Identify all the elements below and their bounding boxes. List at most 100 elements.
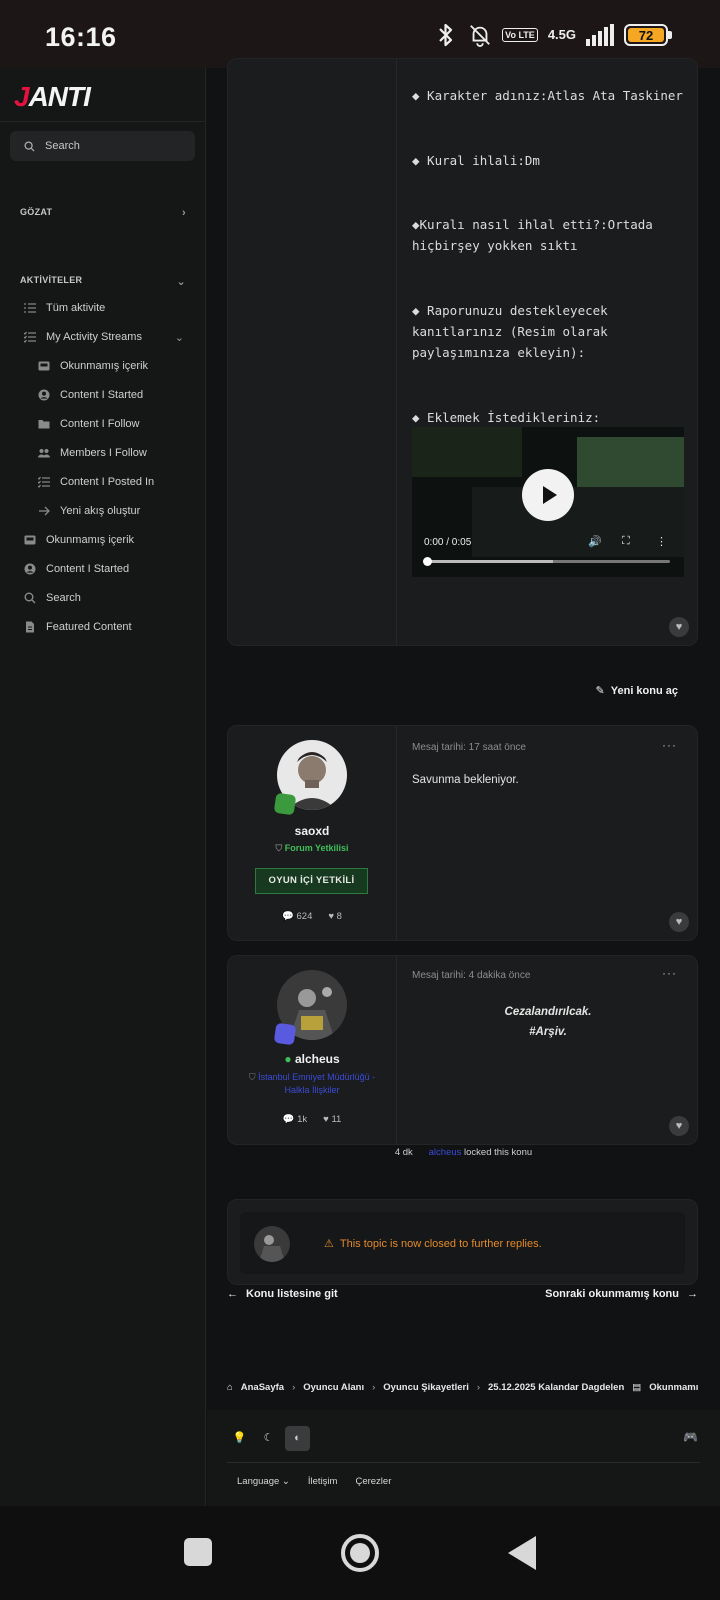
video-progress-bar[interactable] bbox=[423, 557, 670, 566]
sidebar: J ANTI Search GÖZAT › AKTİVİTELER ⌄ Tüm a… bbox=[0, 68, 206, 1506]
inbox-icon bbox=[24, 535, 36, 545]
sidebar-item-content-follow[interactable]: Content I Follow bbox=[38, 418, 139, 430]
comment-icon: 💬 bbox=[282, 911, 297, 922]
next-unread-label: Sonraki okunmamış konu bbox=[545, 1288, 679, 1300]
sidebar-item-unread-content[interactable]: Okunmamış içerik bbox=[38, 360, 148, 372]
more-icon[interactable]: ··· bbox=[662, 738, 677, 752]
sidebar-item-members-follow[interactable]: Members I Follow bbox=[38, 447, 147, 459]
user-circle-icon bbox=[38, 389, 50, 401]
lock-event-user[interactable]: alcheus bbox=[429, 1147, 462, 1158]
language-link[interactable]: Language ⌄ bbox=[237, 1476, 290, 1487]
sidebar-item-featured[interactable]: Featured Content bbox=[24, 621, 132, 633]
post-divider bbox=[396, 956, 397, 1144]
footer-links: Language ⌄ İletişim Çerezler bbox=[237, 1476, 391, 1487]
dark-theme-icon[interactable]: ☾ bbox=[256, 1426, 281, 1451]
more-options-icon[interactable]: ⋮ bbox=[656, 535, 667, 548]
user-stats: 💬 1k ♥ 11 bbox=[228, 1114, 396, 1125]
user-stats: 💬 624 ♥ 8 bbox=[228, 911, 396, 922]
report-line-character: ◆ Karakter adınız:Atlas Ata Taskiner bbox=[412, 88, 683, 103]
username[interactable]: ● alcheus bbox=[228, 1052, 396, 1066]
like-button[interactable]: ♥ bbox=[669, 1116, 689, 1136]
next-unread-link[interactable]: Sonraki okunmamış konu → bbox=[545, 1288, 698, 1300]
activity-header[interactable]: AKTİVİTELER ⌄ bbox=[20, 275, 186, 288]
play-button[interactable] bbox=[522, 469, 574, 521]
username-label: alcheus bbox=[294, 1052, 340, 1066]
fullscreen-icon[interactable]: ⛶ bbox=[622, 535, 630, 548]
breadcrumb-item[interactable]: Oyuncu Alanı bbox=[303, 1382, 364, 1393]
sidebar-item-label: Yeni akış oluştur bbox=[60, 505, 141, 517]
sidebar-search[interactable]: Search bbox=[10, 131, 195, 161]
light-theme-icon[interactable]: 💡 bbox=[227, 1426, 252, 1451]
closed-message-text: This topic is now closed to further repl… bbox=[339, 1237, 542, 1250]
back-button[interactable] bbox=[508, 1536, 536, 1570]
logo-letter: J bbox=[14, 81, 30, 112]
sidebar-item-content-posted-in[interactable]: Content I Posted In bbox=[38, 476, 154, 488]
comment-count: 💬 624 bbox=[282, 911, 312, 922]
battery-level: 72 bbox=[628, 28, 664, 43]
post-text: Cezalandırılcak. #Arşiv. bbox=[412, 1002, 684, 1042]
sidebar-item-all-activity[interactable]: Tüm aktivite bbox=[24, 302, 105, 314]
chevron-down-icon: ⌄ bbox=[174, 331, 184, 344]
like-button[interactable]: ♥ bbox=[669, 617, 689, 637]
breadcrumb-home[interactable]: AnaSayfa bbox=[241, 1382, 284, 1393]
video-frame-region bbox=[472, 487, 684, 557]
breadcrumb-item[interactable]: 25.12.2025 Kalandar Dagdelen bbox=[488, 1382, 624, 1393]
auto-theme-icon[interactable]: ◐ bbox=[285, 1426, 310, 1451]
video-player[interactable]: 0:00 / 0:05 🔊 ⛶ ⋮ bbox=[412, 427, 684, 577]
like-button[interactable]: ♥ bbox=[669, 912, 689, 932]
bluetooth-icon bbox=[439, 23, 453, 47]
cookies-link[interactable]: Çerezler bbox=[355, 1476, 391, 1487]
sidebar-item-content-started[interactable]: Content I Started bbox=[38, 389, 143, 401]
volume-icon[interactable]: 🔊 bbox=[588, 535, 602, 548]
warning-icon: ⚠ bbox=[324, 1238, 334, 1250]
clock: 16:16 bbox=[45, 22, 117, 52]
video-scrubber[interactable] bbox=[423, 557, 432, 566]
list-icon bbox=[24, 303, 36, 313]
divider bbox=[0, 121, 206, 122]
more-icon[interactable]: ··· bbox=[662, 966, 677, 980]
video-frame-region bbox=[412, 427, 522, 477]
username[interactable]: saoxd bbox=[228, 824, 396, 838]
sidebar-item-my-activity-streams[interactable]: My Activity Streams ⌄ bbox=[24, 331, 184, 344]
home-icon: ⌂ bbox=[227, 1382, 233, 1393]
discord-icon[interactable]: 🎮 bbox=[683, 1430, 698, 1444]
sidebar-item-label: Featured Content bbox=[46, 621, 132, 633]
chevron-right-icon: › bbox=[182, 207, 186, 219]
like-count-value: 11 bbox=[331, 1114, 342, 1125]
chevron-down-icon: ⌄ bbox=[176, 276, 186, 288]
system-nav-bar bbox=[0, 1506, 720, 1600]
chevron-down-icon: ⌄ bbox=[281, 1476, 290, 1487]
folder-icon bbox=[38, 420, 50, 429]
back-to-list-link[interactable]: ← Konu listesine git bbox=[227, 1288, 338, 1300]
sidebar-item-content-started-2[interactable]: Content I Started bbox=[24, 563, 129, 575]
browse-header[interactable]: GÖZAT › bbox=[20, 207, 186, 219]
theme-switcher: 💡 ☾ ◐ bbox=[227, 1426, 310, 1451]
report-line-how: ◆Kuralı nasıl ihlal etti?:Ortada hiçbirş… bbox=[412, 217, 653, 253]
sidebar-item-new-stream[interactable]: Yeni akış oluştur bbox=[38, 505, 140, 517]
closed-notice-card: ⚠ This topic is now closed to further re… bbox=[227, 1199, 698, 1285]
network-type: 4.5G bbox=[547, 27, 576, 42]
new-topic-button[interactable]: ✎ Yeni konu aç bbox=[596, 684, 678, 698]
lock-event: 4 dk alcheus locked this konu bbox=[207, 1147, 720, 1158]
recent-apps-button[interactable] bbox=[184, 1538, 212, 1566]
home-button[interactable] bbox=[341, 1534, 379, 1572]
report-post: ◆ Karakter adınız:Atlas Ata Taskiner ◆ K… bbox=[227, 58, 698, 646]
language-label: Language bbox=[237, 1476, 280, 1487]
comment-count-value: 1k bbox=[297, 1114, 308, 1125]
user-role-label: Forum Yetkilisi bbox=[284, 843, 349, 853]
sidebar-item-search[interactable]: Search bbox=[24, 592, 81, 604]
chevron-right-icon: › bbox=[372, 1382, 376, 1393]
sidebar-item-unread-content-2[interactable]: Okunmamış içerik bbox=[24, 534, 134, 546]
user-badge: OYUN İÇİ YETKİLİ bbox=[255, 868, 368, 894]
post-text-line: Cezalandırılcak. bbox=[504, 1006, 592, 1018]
breadcrumb-item[interactable]: Okunmamı bbox=[649, 1382, 698, 1393]
post-date: Mesaj tarihi: 17 saat önce bbox=[412, 742, 526, 753]
arrow-right-icon: → bbox=[687, 1288, 698, 1300]
checklist-icon bbox=[24, 331, 36, 343]
search-label: Search bbox=[45, 140, 80, 152]
site-logo[interactable]: J ANTI bbox=[14, 80, 91, 114]
contact-link[interactable]: İletişim bbox=[308, 1476, 338, 1487]
report-line-evidence: ◆ Raporunuzu destekleyecek kanıtlarınız … bbox=[412, 303, 608, 360]
breadcrumb-item[interactable]: Oyuncu Şikayetleri bbox=[383, 1382, 469, 1393]
post-date: Mesaj tarihi: 4 dakika önce bbox=[412, 970, 531, 981]
